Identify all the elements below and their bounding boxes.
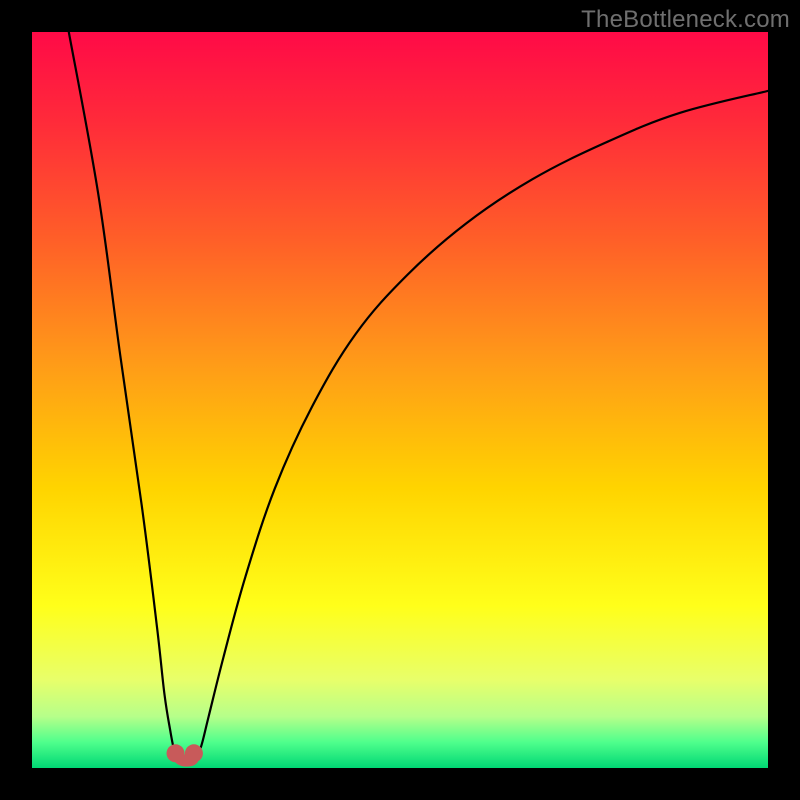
bottleneck-chart — [32, 32, 768, 768]
watermark-text: TheBottleneck.com — [581, 6, 790, 34]
chart-frame — [32, 32, 768, 768]
gradient-backdrop — [32, 32, 768, 768]
optimum-marker-right — [185, 744, 203, 762]
optimum-marker-left — [167, 744, 185, 762]
